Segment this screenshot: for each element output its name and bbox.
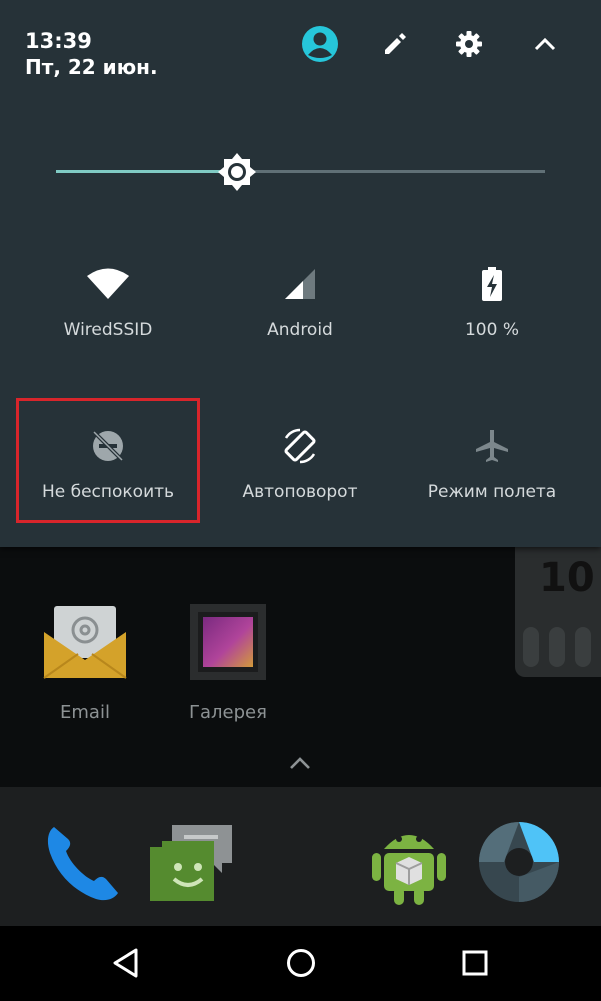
widget-decoration [523, 627, 539, 667]
home-app-label: Галерея [189, 702, 267, 723]
brightness-slider[interactable] [56, 151, 545, 193]
dock [0, 787, 601, 926]
home-icon[interactable] [271, 938, 331, 988]
airplane-mode-icon [396, 422, 588, 470]
tile-auto-rotate[interactable]: Автоповорот [204, 422, 396, 532]
home-app-label: Email [60, 702, 110, 723]
brightness-track-fill [56, 170, 237, 173]
clock-widget-number: 10 [539, 555, 595, 601]
email-icon [40, 597, 130, 687]
tile-label: Режим полета [427, 482, 557, 502]
edit-pencil-icon[interactable] [373, 22, 417, 66]
home-app-email[interactable]: Email [30, 597, 140, 725]
widget-decoration [549, 627, 565, 667]
tile-cellular[interactable]: Android [204, 260, 396, 370]
navigation-bar [0, 926, 601, 1001]
home-app-gallery[interactable]: Галерея [173, 597, 283, 725]
tile-label: WiredSSID [63, 320, 153, 340]
wifi-icon [12, 260, 204, 308]
battery-charging-icon [396, 260, 588, 308]
tile-wifi[interactable]: WiredSSID [12, 260, 204, 370]
messenger-icon[interactable] [148, 817, 238, 907]
status-time: 13:39 [25, 29, 92, 53]
settings-gear-icon[interactable] [447, 22, 491, 66]
tile-do-not-disturb[interactable]: Не беспокоить [12, 422, 204, 532]
gallery-icon [183, 597, 273, 687]
quick-settings-panel: 13:39 Пт, 22 июн. WiredSSID Android 100 … [0, 0, 601, 547]
tile-label: Автоповорот [242, 482, 358, 502]
tile-battery[interactable]: 100 % [396, 260, 588, 370]
home-screen: 10 Email Галерея [0, 547, 601, 787]
tile-label: 100 % [464, 320, 519, 340]
tile-label: Не беспокоить [41, 482, 175, 502]
cell-signal-icon [204, 260, 396, 308]
brightness-icon[interactable] [216, 151, 258, 193]
account-icon[interactable] [298, 22, 342, 66]
phone-icon[interactable] [38, 817, 128, 907]
recents-icon[interactable] [445, 938, 505, 988]
android-market-icon[interactable] [364, 817, 454, 907]
auto-rotate-icon [204, 422, 396, 470]
widget-decoration [575, 627, 591, 667]
status-date: Пт, 22 июн. [25, 55, 158, 79]
android-screen: 10 Email Галерея 13:39 Пт, 22 июн. Wired… [0, 0, 601, 1001]
camera-icon[interactable] [474, 817, 564, 907]
clock-widget[interactable]: 10 [515, 547, 601, 677]
tile-airplane-mode[interactable]: Режим полета [396, 422, 588, 532]
all-apps-chevron-icon[interactable] [284, 749, 316, 777]
tile-label: Android [267, 320, 333, 340]
do-not-disturb-icon [12, 422, 204, 470]
back-icon[interactable] [96, 938, 156, 988]
collapse-chevron-up-icon[interactable] [523, 22, 567, 66]
